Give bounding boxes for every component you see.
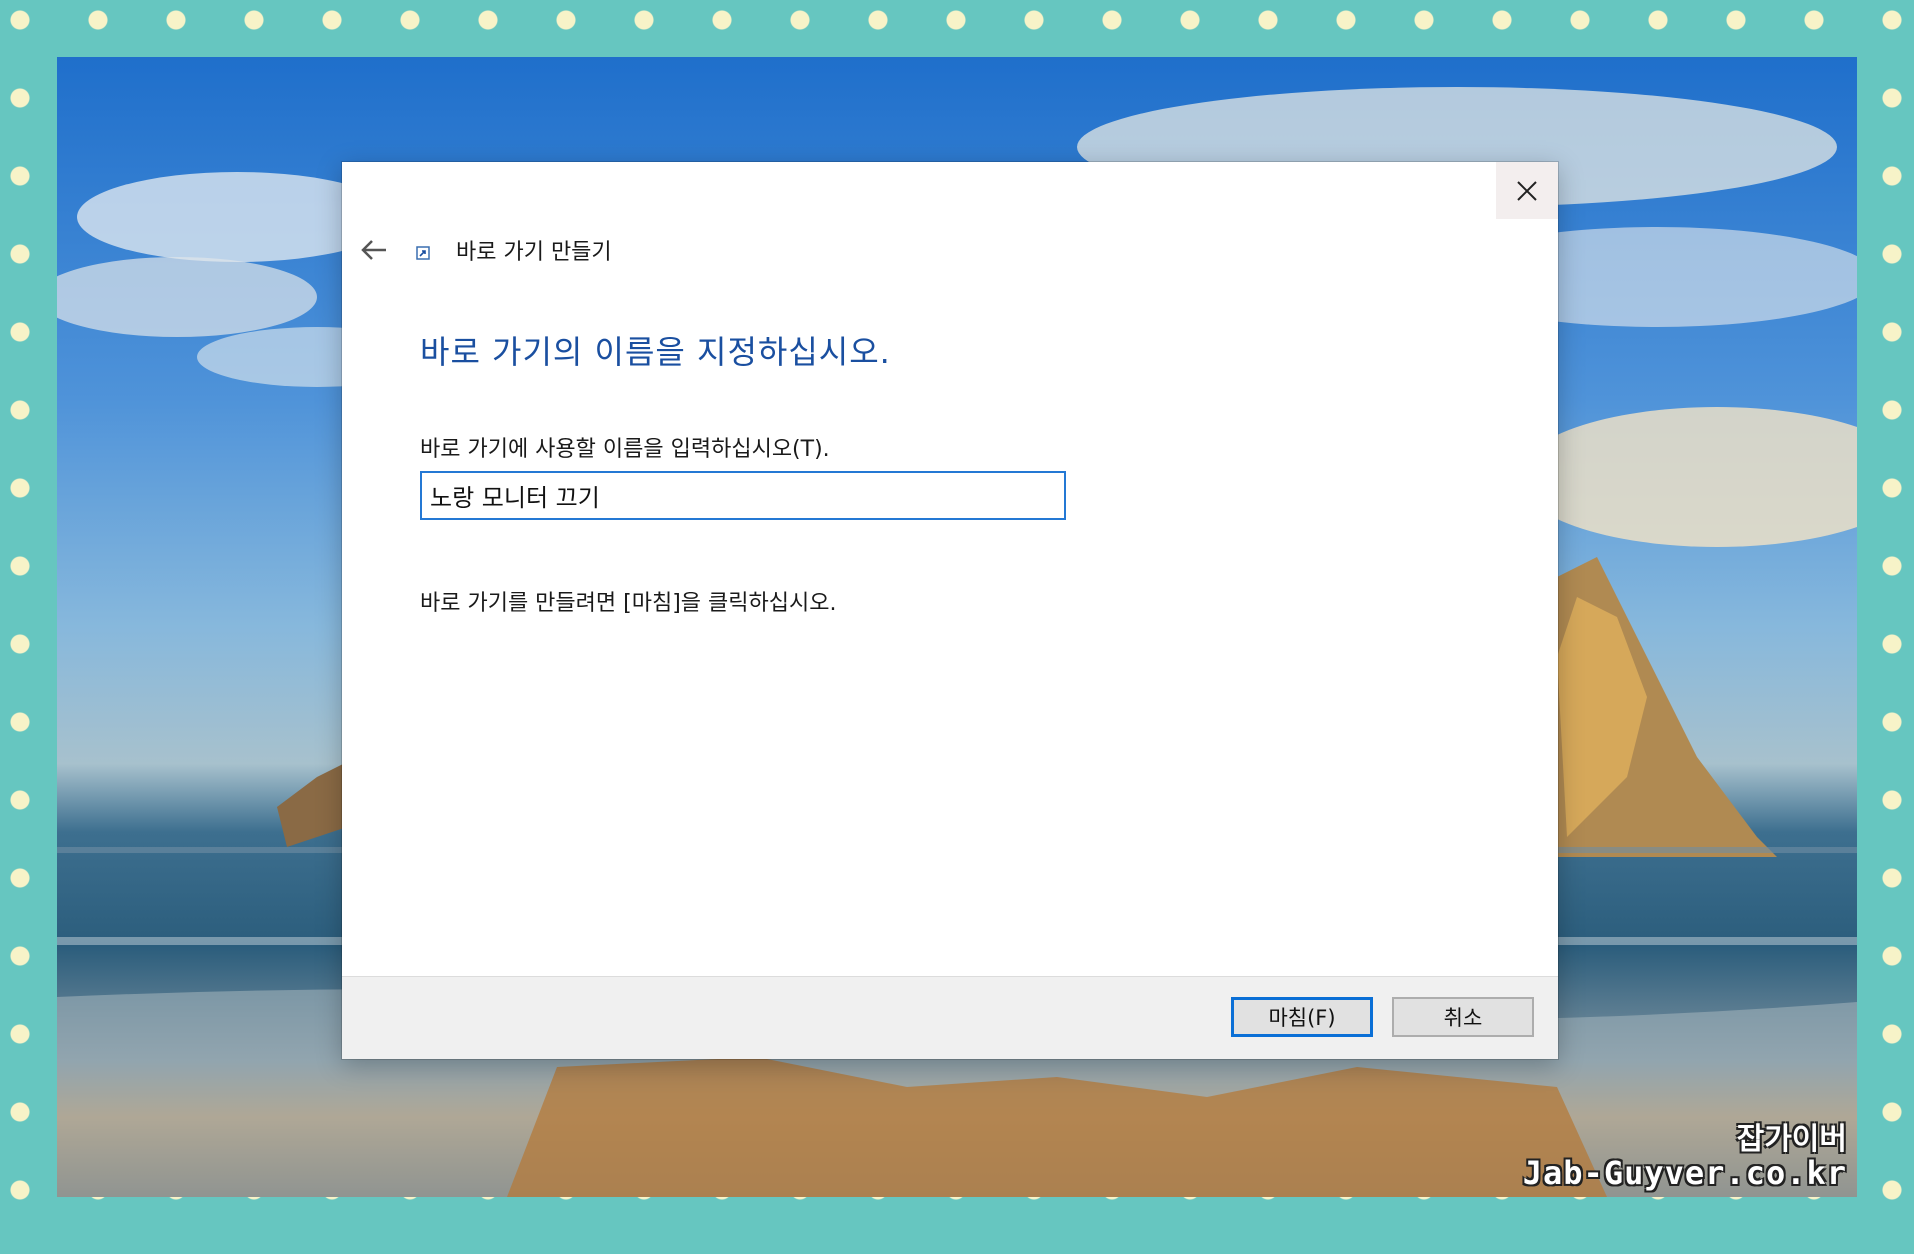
cancel-button[interactable]: 취소: [1392, 997, 1534, 1037]
back-arrow-icon: [361, 240, 386, 260]
window-title: 바로 가기 만들기: [456, 240, 612, 265]
shortcut-name-input[interactable]: [420, 471, 1066, 520]
shortcut-icon: [416, 246, 430, 260]
create-shortcut-dialog: 바로 가기 만들기 바로 가기의 이름을 지정하십시오. 바로 가기에 사용할 …: [342, 162, 1558, 1059]
finish-button[interactable]: 마침(F): [1231, 997, 1373, 1037]
dialog-footer: 마침(F) 취소: [342, 976, 1558, 1059]
close-icon: [1517, 180, 1537, 201]
watermark-brand: 잡가이버: [1736, 1121, 1847, 1157]
watermark-url: Jab-Guyver.co.kr: [1522, 1153, 1847, 1192]
close-button[interactable]: [1496, 162, 1558, 219]
back-button[interactable]: [356, 232, 392, 268]
page-heading: 바로 가기의 이름을 지정하십시오.: [420, 333, 891, 371]
site-watermark: 잡가이버 Jab-Guyver.co.kr: [1523, 1123, 1847, 1191]
finish-instruction: 바로 가기를 만들려면 [마침]을 클릭하십시오.: [420, 591, 837, 616]
shortcut-name-label: 바로 가기에 사용할 이름을 입력하십시오(T).: [420, 437, 830, 462]
